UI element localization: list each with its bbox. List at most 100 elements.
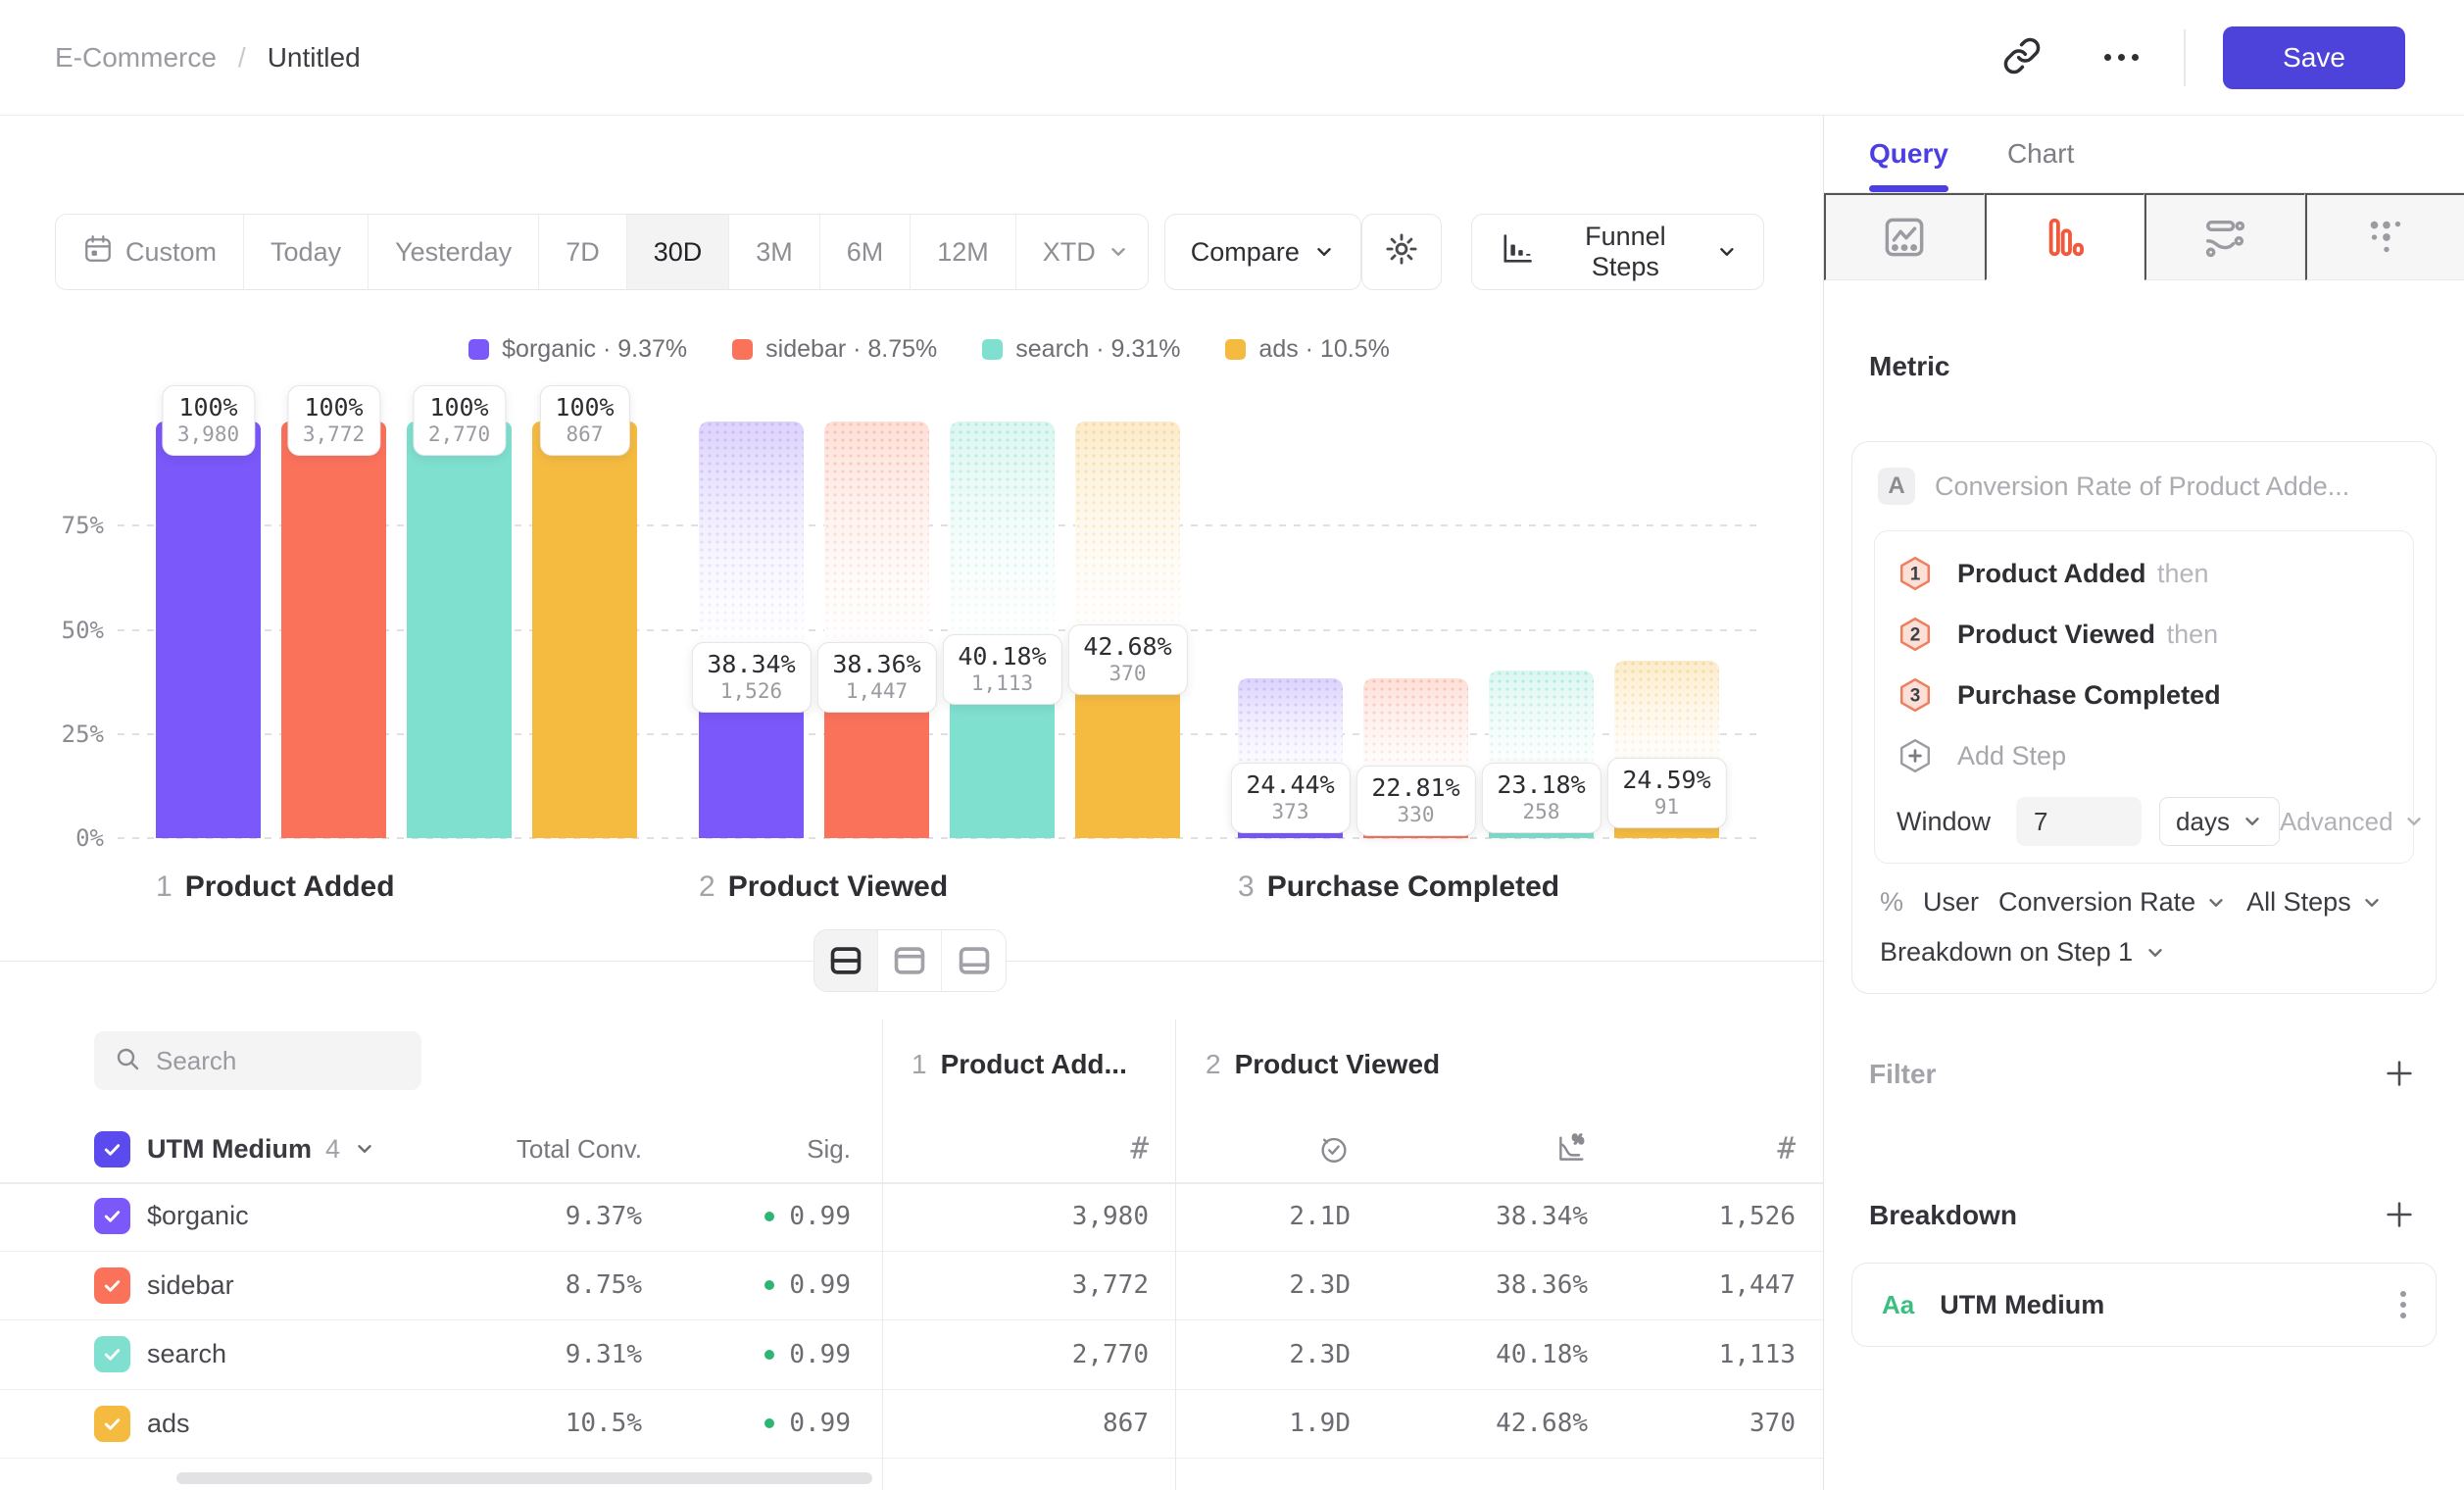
bar-value-label: 22.81%330: [1355, 766, 1475, 836]
formula-badge: A: [1878, 468, 1915, 505]
row-name[interactable]: $organic: [147, 1201, 249, 1231]
chart-type-matrix-tab[interactable]: [2305, 193, 2464, 280]
chart-type-flow-tab[interactable]: [2144, 193, 2305, 280]
top-bar: E-Commerce / Untitled Save: [0, 0, 2464, 116]
table-step2-header[interactable]: 2 Product Viewed: [1206, 1043, 1440, 1086]
window-value-input[interactable]: [2016, 797, 2142, 846]
step-number: 2: [699, 870, 715, 903]
select-all-checkbox[interactable]: [94, 1131, 130, 1167]
split-view-icon: [827, 942, 864, 979]
bar-pct: 100%: [303, 393, 365, 422]
row-step2-time: 2.3D: [1289, 1340, 1351, 1369]
query-step-name: Product Viewed: [1957, 620, 2155, 649]
group-by-selector[interactable]: UTM Medium 4: [147, 1118, 431, 1180]
breakdown-item[interactable]: Aa UTM Medium: [1851, 1263, 2437, 1347]
row-name[interactable]: sidebar: [147, 1270, 234, 1301]
row-step2-conv: 38.36%: [1496, 1270, 1588, 1300]
count-column-icon[interactable]: #: [1777, 1131, 1796, 1167]
bar-count: 3,980: [177, 422, 239, 446]
share-link-button[interactable]: [2002, 36, 2042, 78]
breakdown-on-select[interactable]: Breakdown on Step 1: [1874, 937, 2414, 968]
bar-value-label: 40.18%1,113: [942, 634, 1061, 705]
save-button[interactable]: Save: [2223, 26, 2405, 89]
step-number: 3: [1238, 870, 1255, 903]
bar-value-label: 100%3,980: [162, 385, 255, 456]
chevron-down-icon: [2144, 942, 2166, 964]
query-step-row[interactable]: 3Purchase Completed: [1897, 665, 2391, 725]
row-checkbox[interactable]: [94, 1336, 130, 1372]
bar-pct: 100%: [177, 393, 239, 422]
chart-type-funnel-tab[interactable]: [1985, 193, 2145, 280]
search-icon: [114, 1045, 141, 1077]
chart-type-strip: [1824, 192, 2464, 280]
sig-header[interactable]: Sig.: [807, 1134, 851, 1165]
row-step1-count: 2,770: [1072, 1340, 1149, 1369]
query-step-row[interactable]: 1Product Added then: [1897, 543, 2391, 604]
layout-split-button[interactable]: [814, 930, 878, 991]
breadcrumb-group[interactable]: E-Commerce: [55, 42, 217, 74]
kebab-menu-icon[interactable]: [2400, 1291, 2406, 1318]
count-column-icon[interactable]: #: [1130, 1131, 1149, 1167]
row-name[interactable]: search: [147, 1339, 226, 1369]
row-step1-count: 3,980: [1072, 1202, 1149, 1231]
funnel-step-label: 2Product Viewed: [699, 870, 948, 904]
breakdown-heading: Breakdown: [1869, 1200, 2017, 1231]
conversion-column-icon[interactable]: %: [1554, 1132, 1588, 1166]
row-sig: 0.99: [789, 1202, 851, 1231]
table-step1-header[interactable]: 1 Product Add...: [912, 1043, 1127, 1086]
row-name[interactable]: ads: [147, 1409, 190, 1439]
bar-pct: 100%: [428, 393, 490, 422]
bar-count: 1,526: [707, 679, 795, 703]
row-step1-count: 867: [1103, 1409, 1149, 1438]
funnel-bar[interactable]: [156, 422, 261, 838]
measured-user[interactable]: User: [1923, 887, 1979, 918]
search-input[interactable]: [156, 1046, 484, 1076]
column-divider: [1175, 1019, 1176, 1490]
funnel-bar[interactable]: [532, 422, 637, 838]
bar-count: 91: [1622, 795, 1710, 819]
total-conv-header[interactable]: Total Conv.: [517, 1134, 642, 1165]
add-filter-button[interactable]: [2380, 1055, 2419, 1094]
funnel-bar[interactable]: [407, 422, 512, 838]
step-then-suffix: then: [2150, 559, 2209, 588]
tab-chart[interactable]: Chart: [2007, 116, 2074, 192]
add-breakdown-button[interactable]: [2380, 1196, 2419, 1235]
breadcrumb-current[interactable]: Untitled: [268, 42, 361, 74]
row-checkbox[interactable]: [94, 1267, 130, 1304]
tab-query[interactable]: Query: [1869, 116, 1948, 192]
layout-table-only-button[interactable]: [942, 930, 1006, 991]
query-step-row[interactable]: 2Product Viewed then: [1897, 604, 2391, 665]
row-checkbox[interactable]: [94, 1406, 130, 1442]
filter-heading: Filter: [1869, 1059, 1936, 1090]
layout-chart-only-button[interactable]: [878, 930, 942, 991]
group-count: 4: [325, 1134, 340, 1165]
y-axis-tick: 50%: [29, 617, 104, 644]
check-icon: [101, 1343, 123, 1366]
row-checkbox[interactable]: [94, 1198, 130, 1234]
add-step-button[interactable]: Add Step: [1897, 725, 2391, 786]
row-sig: 0.99: [789, 1340, 851, 1369]
more-options-button[interactable]: [2104, 54, 2139, 61]
avg-time-column-icon[interactable]: [1317, 1132, 1351, 1166]
row-step2-count: 1,447: [1719, 1270, 1796, 1300]
horizontal-scrollbar[interactable]: [176, 1472, 872, 1484]
table-row: $organic9.37%0.993,9802.1D38.34%1,526: [0, 1182, 1823, 1252]
table-row: sidebar8.75%0.993,7722.3D38.36%1,447: [0, 1252, 1823, 1321]
funnel-bar[interactable]: [281, 422, 386, 838]
bar-pct: 24.59%: [1622, 766, 1710, 794]
advanced-toggle[interactable]: Advanced: [2280, 807, 2425, 837]
bar-pct: 100%: [555, 393, 614, 422]
y-axis-tick: 0%: [29, 824, 104, 852]
bar-value-label: 42.68%370: [1067, 624, 1187, 695]
measured-metric-select[interactable]: Conversion Rate: [1998, 887, 2227, 918]
row-step2-count: 1,526: [1719, 1202, 1796, 1231]
metric-formula[interactable]: A Conversion Rate of Product Adde...: [1874, 466, 2414, 507]
step-number: 1: [156, 870, 172, 903]
window-unit-select[interactable]: days: [2159, 797, 2280, 846]
row-step1-count: 3,772: [1072, 1270, 1149, 1300]
ellipsis-icon: [2104, 54, 2111, 61]
funnel-ghost-bar: [699, 422, 804, 678]
query-step-name: Purchase Completed: [1957, 680, 2221, 710]
measured-steps-select[interactable]: All Steps: [2246, 887, 2383, 918]
chart-type-line-tab[interactable]: [1824, 193, 1985, 280]
